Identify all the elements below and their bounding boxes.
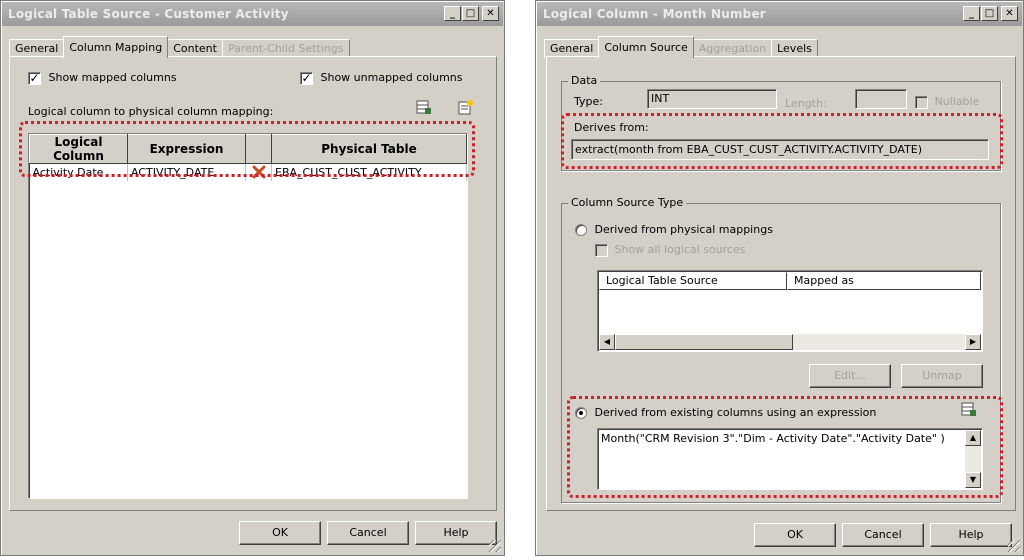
title-bar[interactable]: Logical Column - Month Number _ □ ✕	[537, 2, 1022, 26]
tab-column-mapping[interactable]: Column Mapping	[63, 36, 169, 58]
new-mapping-icon[interactable]	[458, 99, 474, 115]
derived-physical-radio[interactable]	[575, 224, 587, 236]
type-field: INT	[647, 89, 777, 109]
maximize-button[interactable]: □	[462, 6, 479, 21]
highlight-expression	[567, 396, 1003, 498]
nullable-label: Nullable	[934, 95, 980, 108]
logical-table-source-list: Logical Table Source Mapped as ◀ ▶	[597, 270, 983, 352]
window-title: Logical Table Source - Customer Activity	[8, 7, 289, 21]
header-logical-table-source[interactable]: Logical Table Source	[599, 272, 787, 290]
type-value: INT	[651, 92, 670, 105]
help-button[interactable]: Help	[415, 521, 497, 545]
tab-column-source[interactable]: Column Source	[598, 36, 694, 58]
resize-grip[interactable]	[489, 540, 501, 552]
highlight-mapping-table	[19, 121, 475, 177]
scroll-thumb[interactable]	[615, 334, 793, 350]
data-group-label: Data	[568, 74, 601, 87]
table-properties-icon[interactable]	[416, 99, 432, 115]
nullable-checkbox	[915, 95, 928, 109]
derived-physical-label: Derived from physical mappings	[594, 223, 773, 236]
scroll-right-button[interactable]: ▶	[965, 334, 981, 350]
close-button[interactable]: ✕	[482, 6, 499, 21]
show-mapped-checkbox[interactable]: ✓	[28, 71, 41, 85]
type-label: Type:	[574, 95, 603, 108]
resize-grip[interactable]	[1008, 540, 1020, 552]
edit-button: Edit...	[809, 364, 891, 388]
help-button[interactable]: Help	[930, 523, 1012, 547]
mapping-table: Logical Column Expression Physical Table…	[28, 133, 468, 499]
title-bar[interactable]: Logical Table Source - Customer Activity…	[2, 2, 503, 26]
header-mapped-as[interactable]: Mapped as	[787, 272, 981, 290]
column-source-panel: Data Type: INT Length: Nullable Derives …	[546, 56, 1016, 511]
minimize-button[interactable]: _	[963, 6, 980, 21]
show-unmapped-checkbox[interactable]: ✓	[300, 71, 313, 85]
cancel-button[interactable]: Cancel	[842, 523, 924, 547]
show-all-sources-label: Show all logical sources	[614, 243, 746, 256]
length-field	[855, 89, 907, 109]
unmap-button: Unmap	[901, 364, 983, 388]
mapping-label: Logical column to physical column mappin…	[28, 105, 274, 118]
cancel-button[interactable]: Cancel	[327, 521, 409, 545]
tab-strip: General Column Mapping Content Parent-Ch…	[9, 36, 350, 58]
window-title: Logical Column - Month Number	[543, 7, 766, 21]
logical-table-source-window: Logical Table Source - Customer Activity…	[0, 0, 505, 556]
highlight-derives-from	[561, 113, 1003, 169]
column-source-type-label: Column Source Type	[568, 196, 687, 209]
show-all-sources-checkbox	[595, 243, 608, 257]
show-mapped-label: Show mapped columns	[48, 71, 177, 84]
ok-button[interactable]: OK	[239, 521, 321, 545]
show-unmapped-label: Show unmapped columns	[320, 71, 463, 84]
close-button[interactable]: ✕	[1001, 6, 1018, 21]
tab-strip: General Column Source Aggregation Levels	[544, 36, 818, 58]
horizontal-scrollbar[interactable]: ◀ ▶	[599, 334, 981, 350]
length-label: Length:	[785, 97, 827, 110]
column-mapping-panel: ✓ Show mapped columns ✓ Show unmapped co…	[9, 56, 497, 511]
minimize-button[interactable]: _	[444, 6, 461, 21]
ok-button[interactable]: OK	[754, 523, 836, 547]
maximize-button[interactable]: □	[981, 6, 998, 21]
logical-column-window: Logical Column - Month Number _ □ ✕ Gene…	[535, 0, 1024, 556]
scroll-left-button[interactable]: ◀	[599, 334, 615, 350]
